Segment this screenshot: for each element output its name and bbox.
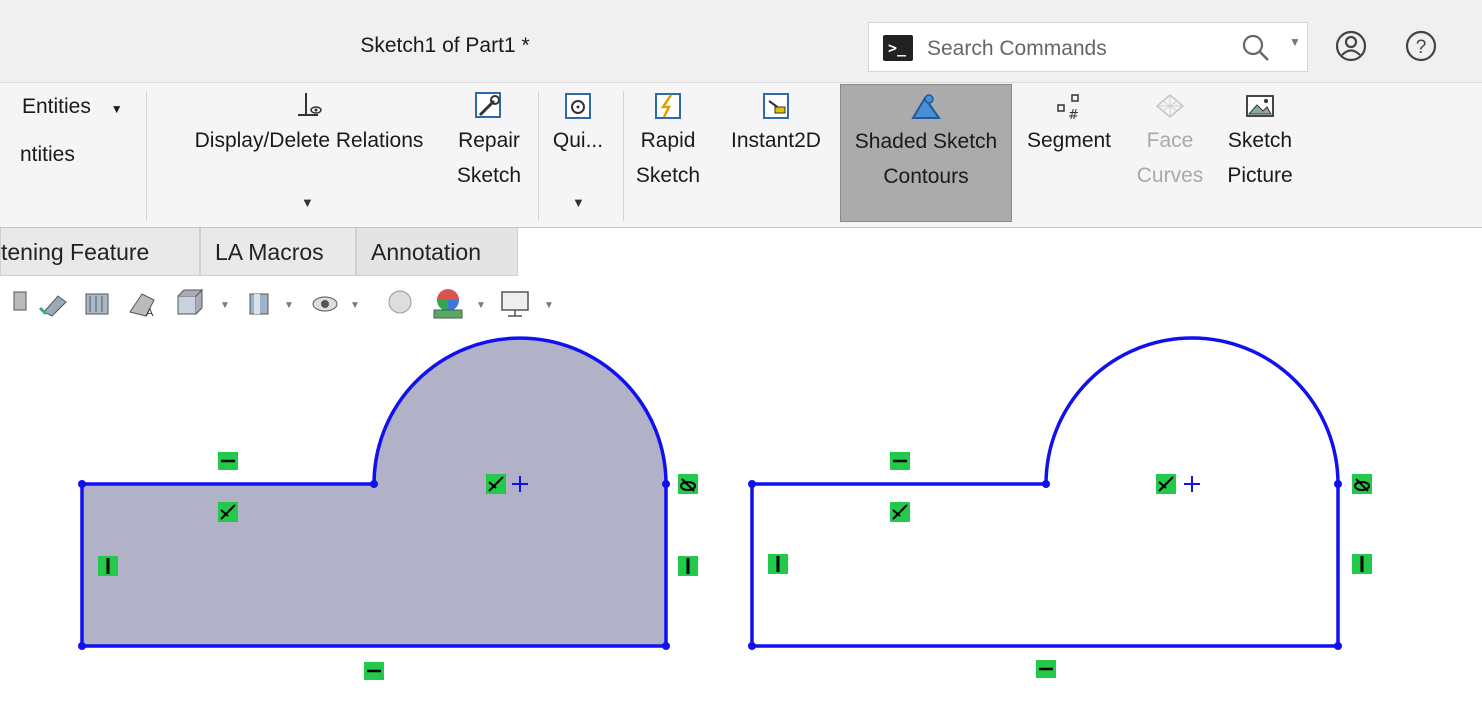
chevron-down-icon[interactable]: ▼ (572, 195, 585, 210)
svg-text:?: ? (1416, 37, 1427, 58)
hide-show-items-icon[interactable] (312, 296, 338, 312)
coincident-relation-icon[interactable] (1352, 474, 1372, 494)
display-style-icon[interactable] (249, 293, 269, 315)
user-icon[interactable] (1333, 28, 1369, 64)
ribbon-divider (623, 91, 624, 221)
rapid-label-1: Rapid (640, 129, 696, 152)
repair-sketch-button[interactable]: Repair Sketch (452, 89, 526, 193)
zoom-to-fit-icon[interactable] (38, 295, 67, 317)
repair-label-2: Sketch (456, 164, 522, 187)
repair-sketch-icon (475, 92, 501, 118)
chevron-down-icon[interactable]: ▼ (544, 300, 554, 311)
segment-label: Segment (1026, 129, 1112, 152)
convert-entities-label: Entities (22, 95, 91, 118)
shaded-label-1: Shaded Sketch (854, 130, 998, 153)
vertical-relation-icon[interactable] (1352, 554, 1372, 574)
convert-entities-button[interactable]: Entities ▼ (22, 89, 123, 127)
tab-annotation[interactable]: Annotation (356, 228, 518, 276)
section-view-icon[interactable]: A (129, 293, 155, 319)
sketch-picture-label-2: Picture (1227, 164, 1293, 187)
horizontal-relation-icon[interactable] (1036, 660, 1056, 678)
display-delete-relations-button[interactable]: Display/Delete Relations (178, 89, 440, 158)
relation-badges-right (768, 452, 1372, 678)
vertical-relation-icon[interactable] (768, 554, 788, 574)
previous-view-icon[interactable] (85, 293, 109, 315)
tangent-relation-icon[interactable] (218, 502, 238, 522)
graphics-area[interactable] (0, 322, 1482, 722)
instant2d-label: Instant2D (731, 129, 821, 152)
chevron-down-icon[interactable]: ▼ (111, 102, 123, 116)
search-commands-box[interactable]: >_ ▼ (868, 22, 1308, 72)
view-orientation-icon[interactable] (13, 291, 27, 311)
chevron-down-icon[interactable]: ▼ (284, 300, 294, 311)
arc-center-point[interactable] (1184, 476, 1200, 492)
edit-appearance-icon[interactable] (388, 290, 412, 314)
tab-la-macros[interactable]: LA Macros (200, 228, 356, 276)
view-orientation-cube-icon[interactable] (177, 288, 204, 315)
tangent-relation-icon[interactable] (890, 502, 910, 522)
tangent-relation-icon[interactable] (486, 474, 506, 494)
relations-icon (298, 93, 322, 116)
chevron-down-icon[interactable]: ▼ (1289, 35, 1301, 49)
quick-snaps-button[interactable]: Qui... (546, 89, 610, 158)
command-prompt-icon: >_ (883, 35, 913, 61)
vertical-relation-icon[interactable] (678, 556, 698, 576)
instant2d-icon (763, 93, 789, 119)
svg-text:A: A (146, 307, 154, 319)
ribbon-divider (538, 91, 539, 221)
horizontal-relation-icon[interactable] (218, 452, 238, 470)
document-title: Sketch1 of Part1 * (360, 34, 530, 57)
search-icon[interactable] (1241, 33, 1271, 63)
svg-text:#: # (1068, 108, 1079, 123)
shaded-label-2: Contours (883, 165, 969, 188)
segment-button[interactable]: # Segment (1018, 89, 1120, 158)
vertical-relation-icon[interactable] (98, 556, 118, 576)
quick-snaps-label: Qui... (552, 129, 604, 152)
repair-label-1: Repair (458, 129, 520, 152)
tangent-relation-icon[interactable] (1156, 474, 1176, 494)
quick-snaps-icon (565, 93, 591, 119)
face-curves-label-2: Curves (1136, 164, 1204, 187)
title-bar: Sketch1 of Part1 * >_ ▼ ? (0, 0, 1482, 83)
shaded-sketch-profile[interactable] (78, 336, 670, 650)
display-delete-relations-label: Display/Delete Relations (194, 129, 424, 152)
shaded-sketch-icon (911, 94, 941, 119)
horizontal-relation-icon[interactable] (364, 662, 384, 680)
rapid-sketch-icon (655, 93, 681, 119)
ribbon-divider (146, 91, 147, 221)
search-input[interactable] (925, 33, 1229, 65)
rapid-sketch-button[interactable]: Rapid Sketch (632, 89, 704, 193)
chevron-down-icon[interactable]: ▼ (220, 300, 230, 311)
view-settings-icon[interactable] (501, 291, 529, 317)
rapid-label-2: Sketch (635, 164, 701, 187)
coincident-relation-icon[interactable] (678, 474, 698, 494)
ribbon-sketch-tab: Entities ▼ ntities Display/Delete Relati… (0, 83, 1482, 228)
face-curves-icon (1155, 94, 1185, 118)
instant2d-button[interactable]: Instant2D (718, 89, 834, 158)
sketch-picture-icon (1246, 95, 1274, 117)
horizontal-relation-icon[interactable] (890, 452, 910, 470)
chevron-down-icon[interactable]: ▼ (301, 195, 314, 210)
unshaded-sketch-profile[interactable] (748, 336, 1342, 650)
chevron-down-icon[interactable]: ▼ (350, 300, 360, 311)
tab-fastening-feature[interactable]: tening Feature (0, 228, 200, 276)
segment-icon: # (1057, 94, 1079, 123)
shaded-sketch-contours-button[interactable]: Shaded Sketch Contours (840, 84, 1012, 222)
chevron-down-icon[interactable]: ▼ (476, 300, 486, 311)
sketch-picture-label-1: Sketch (1227, 129, 1293, 152)
offset-entities-button[interactable]: ntities (20, 137, 75, 173)
apply-scene-icon[interactable] (433, 289, 463, 319)
face-curves-button[interactable]: Face Curves (1130, 89, 1210, 193)
help-icon[interactable]: ? (1403, 28, 1439, 64)
sketch-picture-button[interactable]: Sketch Picture (1218, 89, 1302, 193)
heads-up-view-toolbar: A ▼ ▼ ▼ ▼ ▼ (13, 288, 554, 319)
face-curves-label-1: Face (1146, 129, 1194, 152)
